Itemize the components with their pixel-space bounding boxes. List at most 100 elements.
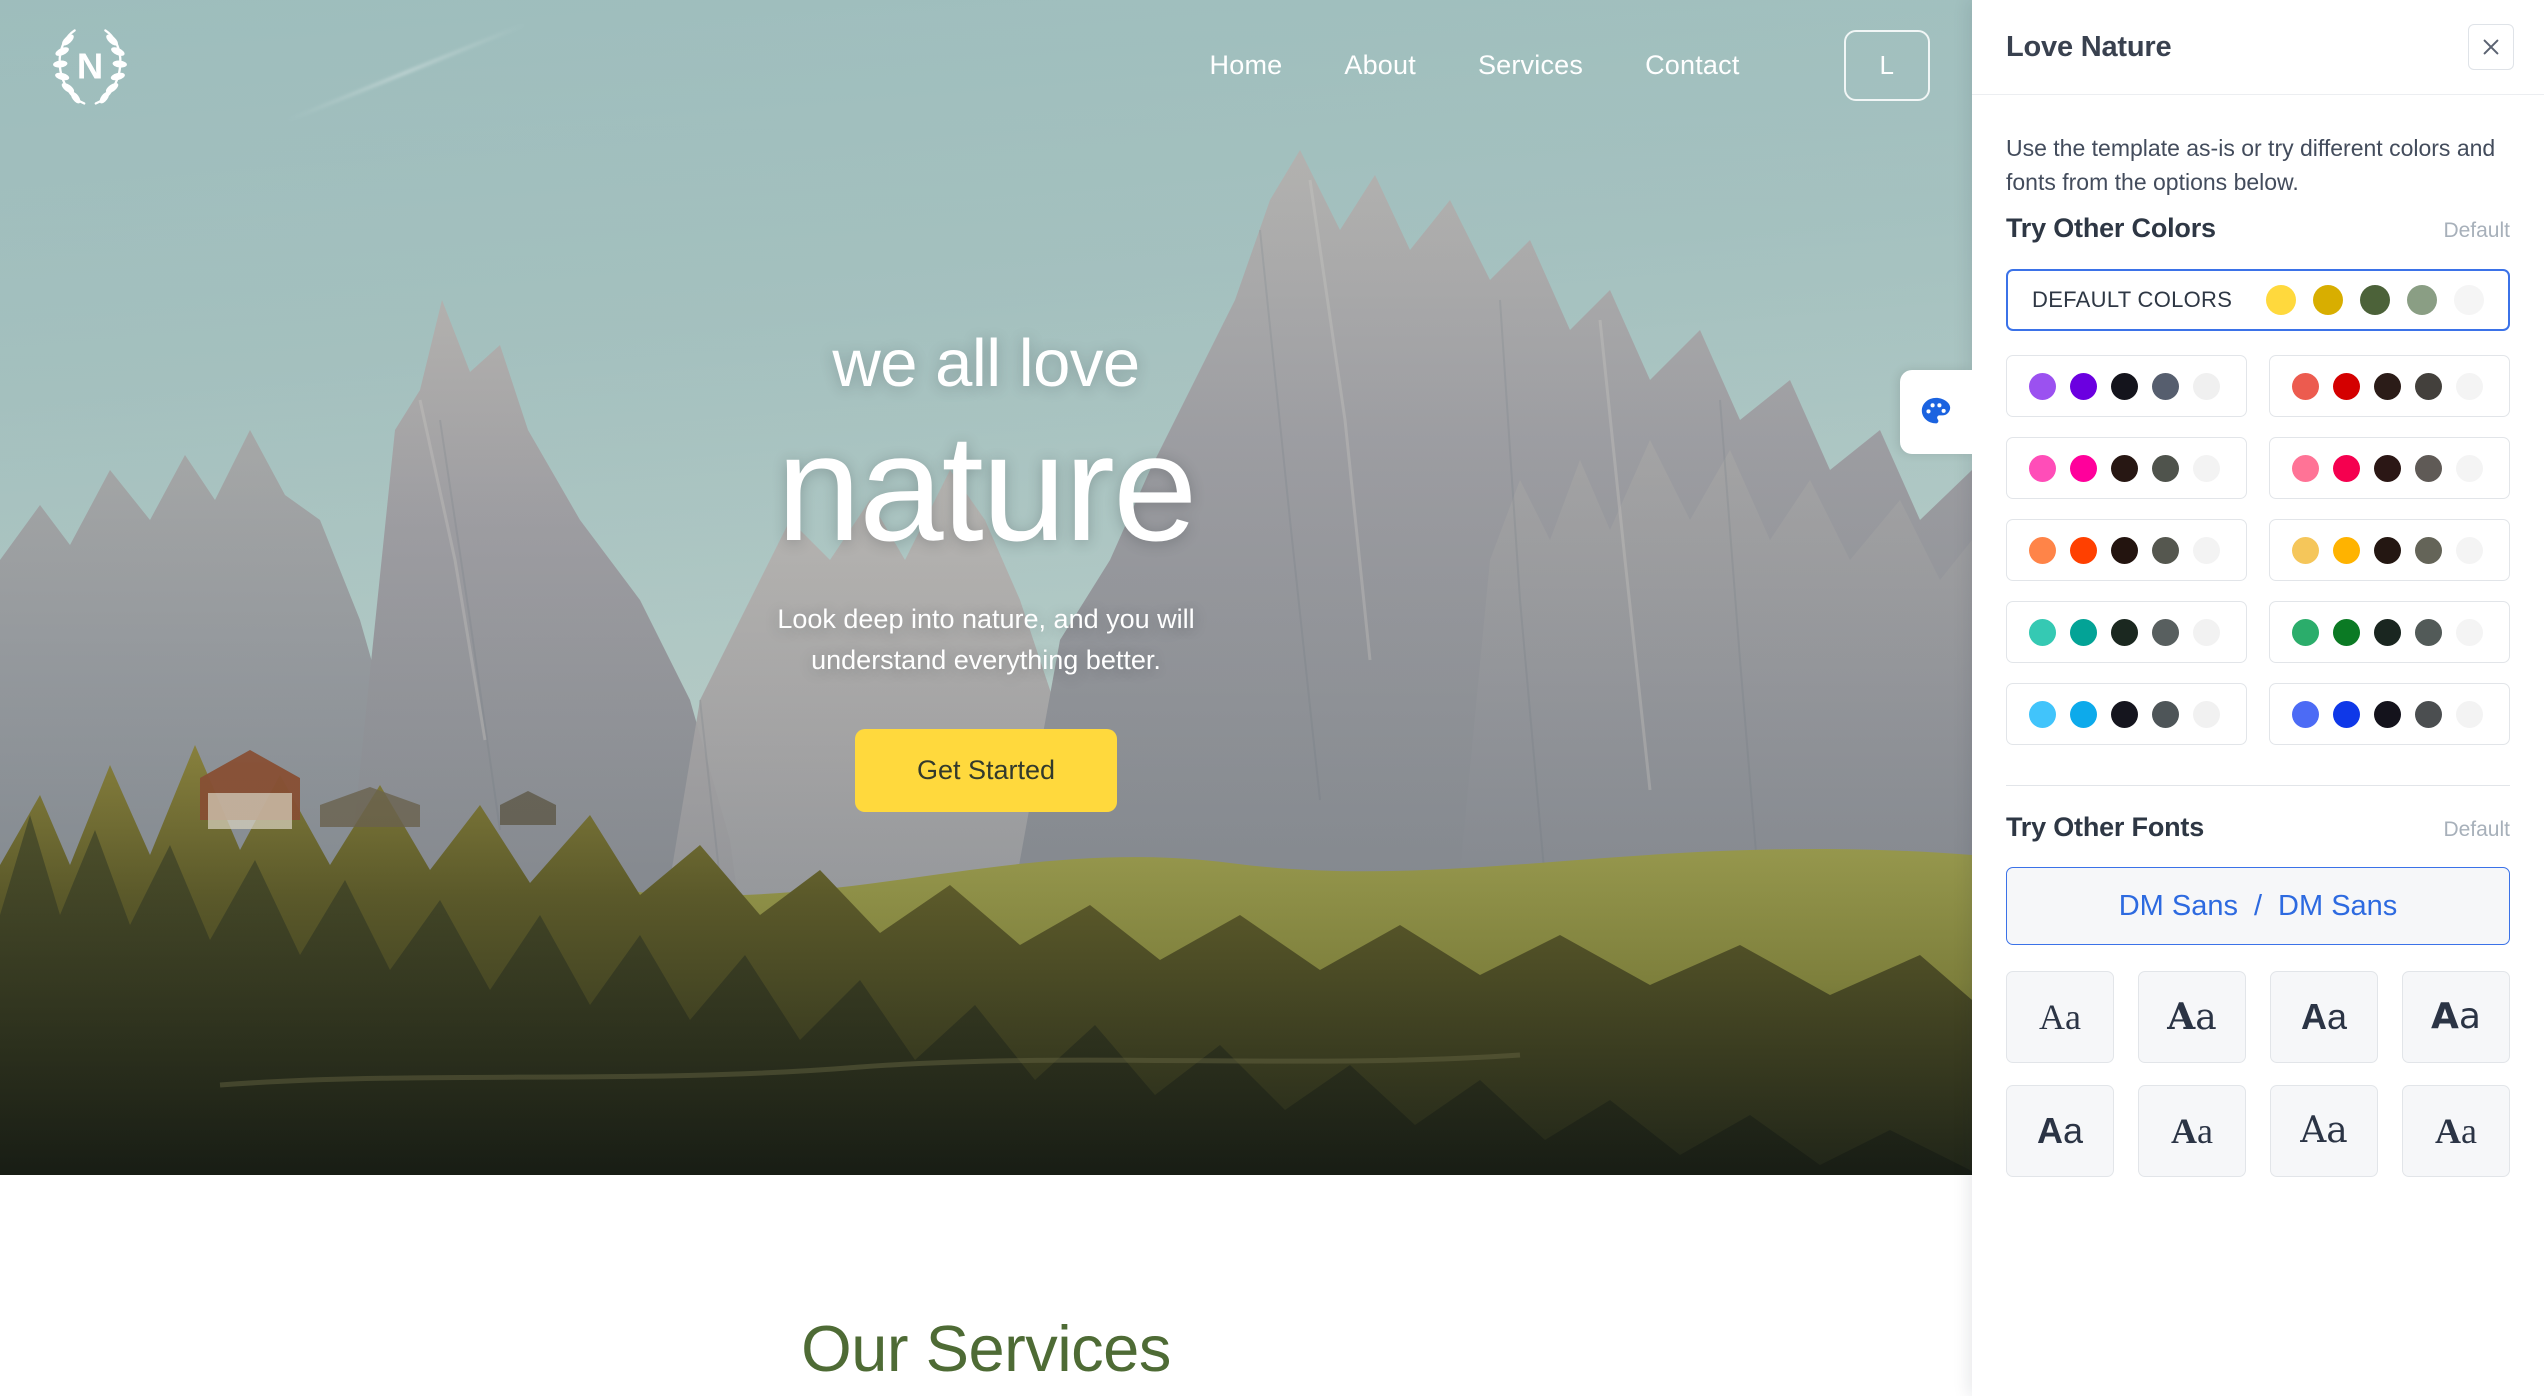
swatch-dot <box>2070 700 2097 728</box>
swatch-dot <box>2415 536 2442 564</box>
font-tile-1[interactable]: Aa <box>2006 971 2114 1064</box>
swatch-dot <box>2333 618 2360 646</box>
laurel-wreath-logo[interactable]: N <box>42 17 138 113</box>
nav-links: Home About Services Contact L <box>1206 29 1930 101</box>
swatch-dot <box>2029 454 2056 482</box>
swatch-dot <box>2292 372 2319 400</box>
swatch-dot <box>2374 700 2401 728</box>
swatch-dot <box>2111 372 2138 400</box>
palette-option-hot-pink[interactable] <box>2006 437 2247 500</box>
font-tile-5[interactable]: Aa <box>2006 1085 2114 1178</box>
palette-swatches <box>2292 372 2483 400</box>
swatch-dot <box>2456 372 2483 400</box>
app-root: N Home About Services Contact L we all l… <box>0 0 2544 1396</box>
swatch-dot <box>2415 618 2442 646</box>
swatch-dot <box>2111 700 2138 728</box>
swatch-dot <box>2152 618 2179 646</box>
font-sample: Aa <box>2167 995 2217 1038</box>
swatch-dot <box>2292 700 2319 728</box>
font-tile-2[interactable]: Aa <box>2138 971 2246 1064</box>
palette-default-swatches <box>2266 285 2484 316</box>
palette-option-purple[interactable] <box>2006 355 2247 418</box>
font-tile-3[interactable]: Aa <box>2270 971 2378 1064</box>
services-section: Our Services <box>0 1175 1972 1396</box>
nav-item-contact[interactable]: Contact <box>1641 44 1743 87</box>
font-tile-7[interactable]: Aa <box>2270 1085 2378 1178</box>
nav-item-about[interactable]: About <box>1340 44 1420 87</box>
swatch-dot <box>2456 454 2483 482</box>
panel-close-button[interactable] <box>2468 24 2514 70</box>
swatch-dot <box>2292 618 2319 646</box>
swatch-dot <box>2313 285 2343 316</box>
swatch-dot <box>2193 700 2220 728</box>
swatch-dot <box>2111 618 2138 646</box>
swatch-dot <box>2152 536 2179 564</box>
nav-cta-button[interactable]: L <box>1843 29 1930 101</box>
swatch-dot <box>2456 618 2483 646</box>
swatch-dot <box>2333 454 2360 482</box>
palette-swatches <box>2029 536 2220 564</box>
hero-kicker: we all love <box>832 326 1140 401</box>
services-title: Our Services <box>801 1312 1171 1385</box>
palette-swatches <box>2292 536 2483 564</box>
palette-option-green[interactable] <box>2269 601 2510 664</box>
palette-option-royal-blue[interactable] <box>2269 683 2510 746</box>
palette-option-rose[interactable] <box>2269 437 2510 500</box>
swatch-dot <box>2029 700 2056 728</box>
swatch-dot <box>2292 536 2319 564</box>
font-tile-4[interactable]: Aa <box>2402 971 2510 1064</box>
swatch-dot <box>2415 454 2442 482</box>
font-sample: Aa <box>2435 1111 2477 1152</box>
hero-subtitle-line-1: Look deep into nature, and you will <box>777 604 1195 635</box>
palette-option-sky-blue[interactable] <box>2006 683 2247 746</box>
swatch-dot <box>2333 536 2360 564</box>
nav-item-services[interactable]: Services <box>1474 44 1587 87</box>
site-navbar: N Home About Services Contact L <box>0 0 1972 130</box>
swatch-dot <box>2454 285 2484 316</box>
swatch-dot <box>2266 285 2296 316</box>
font-sample: Aa <box>2300 1110 2348 1152</box>
palette-toggle-tab[interactable] <box>1900 370 1972 454</box>
swatch-dot <box>2111 454 2138 482</box>
font-sample: Aa <box>2431 996 2481 1038</box>
font-tile-6[interactable]: Aa <box>2138 1085 2246 1178</box>
palette-option-orange[interactable] <box>2006 519 2247 582</box>
colors-heading: Try Other Colors <box>2006 213 2216 244</box>
swatch-dot <box>2292 454 2319 482</box>
swatch-dot <box>2070 536 2097 564</box>
palette-option-amber[interactable] <box>2269 519 2510 582</box>
palette-option-red[interactable] <box>2269 355 2510 418</box>
font-tile-8[interactable]: Aa <box>2402 1085 2510 1178</box>
swatch-dot <box>2070 618 2097 646</box>
swatch-dot <box>2407 285 2437 316</box>
swatch-dot <box>2193 454 2220 482</box>
font-separator: / <box>2253 889 2263 922</box>
swatch-dot <box>2070 372 2097 400</box>
swatch-dot <box>2193 618 2220 646</box>
palette-swatches <box>2292 700 2483 728</box>
font-body-name: DM Sans <box>2278 889 2398 922</box>
swatch-dot <box>2152 700 2179 728</box>
colors-default-link[interactable]: Default <box>2443 219 2510 243</box>
fonts-heading: Try Other Fonts <box>2006 812 2205 843</box>
swatch-dot <box>2333 700 2360 728</box>
font-sample: Aa <box>2300 996 2348 1038</box>
swatch-dot <box>2029 536 2056 564</box>
nav-item-home[interactable]: Home <box>1206 44 1287 87</box>
palette-option-turquoise[interactable] <box>2006 601 2247 664</box>
swatch-dot <box>2152 454 2179 482</box>
font-sample: Aa <box>2036 1110 2084 1152</box>
panel-description: Use the template as-is or try different … <box>2006 135 2496 196</box>
fonts-default-link[interactable]: Default <box>2443 818 2510 842</box>
font-sample: Aa <box>2039 997 2081 1038</box>
get-started-button[interactable]: Get Started <box>854 729 1118 813</box>
palette-option-default[interactable]: DEFAULT COLORS <box>2006 269 2510 332</box>
swatch-dot <box>2193 536 2220 564</box>
hero-subtitle: Look deep into nature, and you will unde… <box>0 599 1972 681</box>
swatch-dot <box>2029 372 2056 400</box>
theme-editor-panel: Love Nature Use the template as-is or tr… <box>1972 0 2544 1396</box>
font-sample: Aa <box>2171 1111 2213 1152</box>
swatch-dot <box>2374 372 2401 400</box>
font-heading-name: DM Sans <box>2118 889 2238 922</box>
font-option-active[interactable]: DM Sans / DM Sans <box>2006 867 2510 946</box>
